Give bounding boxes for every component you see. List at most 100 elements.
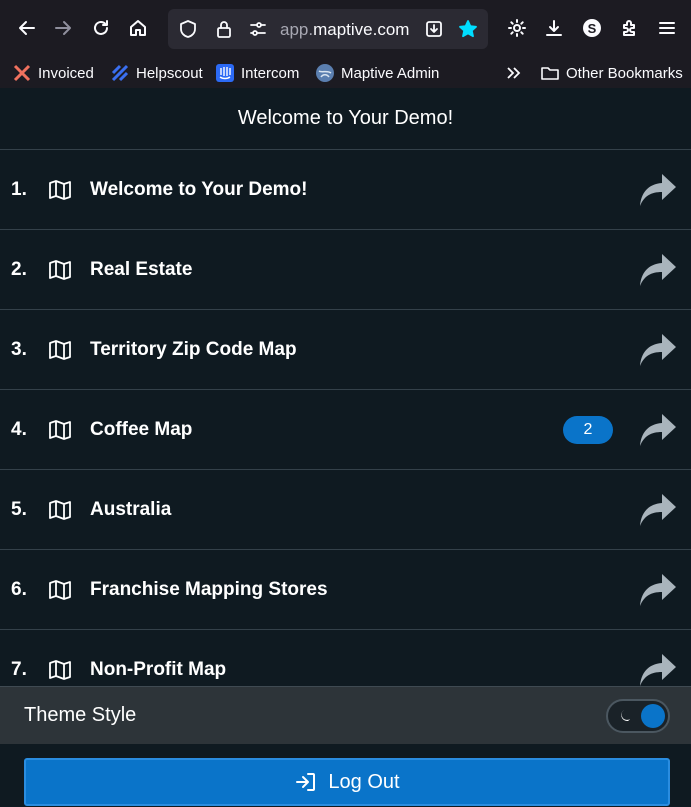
- shield-icon[interactable]: [178, 19, 198, 39]
- panel-title: Welcome to Your Demo!: [237, 107, 454, 129]
- map-icon: [48, 339, 72, 361]
- home-button[interactable]: [121, 11, 155, 45]
- map-list-item[interactable]: 6. Franchise Mapping Stores: [0, 550, 691, 630]
- bookmark-invoiced[interactable]: Invoiced: [12, 61, 94, 85]
- map-list-item[interactable]: 7. Non-Profit Map: [0, 630, 691, 686]
- theme-style-label: Theme Style: [24, 704, 137, 726]
- profile-button[interactable]: S: [575, 11, 609, 45]
- bookmark-intercom[interactable]: Intercom: [215, 61, 299, 85]
- browser-toolbar: app.maptive.com S: [0, 0, 691, 57]
- url-bar[interactable]: app.maptive.com: [168, 9, 488, 49]
- map-name: Non-Profit Map: [90, 658, 227, 680]
- url-domain: maptive.com: [313, 20, 410, 39]
- more-bookmarks-button[interactable]: [504, 61, 524, 85]
- profile-letter: S: [587, 20, 597, 36]
- bookmarks-bar: Invoiced Helpscout Intercom Maptive Admi…: [0, 57, 691, 88]
- map-name: Coffee Map: [90, 418, 193, 440]
- theme-toggle[interactable]: [606, 699, 670, 733]
- map-name: Franchise Mapping Stores: [90, 578, 328, 600]
- map-number: 1.: [11, 178, 27, 200]
- chevron-double-right-icon: [504, 63, 524, 83]
- extension-settings-button[interactable]: [500, 11, 534, 45]
- logout-button[interactable]: Log Out: [24, 758, 670, 806]
- reload-icon: [94, 20, 108, 35]
- open-map-button[interactable]: [638, 652, 678, 686]
- map-list-item[interactable]: 1. Welcome to Your Demo!: [0, 150, 691, 230]
- map-list-item[interactable]: 4. Coffee Map 2: [0, 390, 691, 470]
- map-list-item[interactable]: 2. Real Estate: [0, 230, 691, 310]
- theme-style-bar: Theme Style: [0, 686, 691, 744]
- share-arrow-icon: [640, 254, 676, 286]
- share-arrow-icon: [640, 414, 676, 446]
- bookmark-label: Helpscout: [136, 64, 203, 82]
- forward-arrow-icon: [55, 21, 71, 35]
- lock-icon[interactable]: [214, 19, 234, 39]
- map-number: 4.: [11, 418, 27, 440]
- map-icon: [48, 499, 72, 521]
- map-icon: [48, 579, 72, 601]
- forward-button[interactable]: [46, 11, 80, 45]
- notification-badge: 2: [563, 416, 613, 444]
- helpscout-icon: [110, 63, 130, 83]
- logout-label: Log Out: [328, 770, 400, 793]
- open-map-button[interactable]: [638, 492, 678, 528]
- menu-button[interactable]: [650, 11, 684, 45]
- share-arrow-icon: [640, 174, 676, 206]
- map-list-item[interactable]: 5. Australia: [0, 470, 691, 550]
- gear-icon: [508, 19, 526, 37]
- bookmark-label: Intercom: [241, 64, 300, 82]
- map-name: Australia: [90, 498, 172, 520]
- url-text[interactable]: app.maptive.com: [280, 20, 409, 40]
- back-button[interactable]: [10, 11, 44, 45]
- toggle-knob: [641, 704, 665, 728]
- puzzle-icon: [623, 20, 635, 36]
- browser-chrome: app.maptive.com S Invoiced Helpscout Int…: [0, 0, 691, 88]
- extensions-button[interactable]: [613, 11, 647, 45]
- map-number: 2.: [11, 258, 27, 280]
- moon-icon: [621, 710, 630, 722]
- map-number: 5.: [11, 498, 27, 520]
- maptive-icon: [315, 63, 335, 83]
- map-name: Welcome to Your Demo!: [90, 178, 308, 200]
- map-number: 3.: [11, 338, 27, 360]
- invoiced-icon: [12, 63, 32, 83]
- home-icon: [130, 20, 146, 36]
- reload-button[interactable]: [84, 11, 118, 45]
- intercom-icon: [215, 63, 235, 83]
- map-icon: [48, 179, 72, 201]
- downloads-button[interactable]: [537, 11, 571, 45]
- url-prefix: app.: [280, 20, 314, 39]
- open-map-button[interactable]: [638, 572, 678, 608]
- folder-icon: [540, 63, 560, 83]
- map-number: 6.: [11, 578, 27, 600]
- open-map-button[interactable]: [638, 332, 678, 368]
- share-arrow-icon: [640, 494, 676, 526]
- logout-area: Log Out: [0, 744, 691, 807]
- map-number: 7.: [11, 658, 27, 680]
- hamburger-icon: [659, 22, 675, 34]
- back-arrow-icon: [19, 21, 35, 35]
- panel-header: Welcome to Your Demo!: [0, 88, 691, 150]
- map-list-item[interactable]: 3. Territory Zip Code Map: [0, 310, 691, 390]
- map-icon: [48, 659, 72, 681]
- other-bookmarks-folder[interactable]: Other Bookmarks: [540, 61, 683, 85]
- share-arrow-icon: [640, 574, 676, 606]
- open-map-button[interactable]: [638, 412, 678, 448]
- map-name: Territory Zip Code Map: [90, 338, 297, 360]
- permissions-icon[interactable]: [248, 19, 268, 39]
- share-arrow-icon: [640, 334, 676, 366]
- map-icon: [48, 259, 72, 281]
- maptive-app: Welcome to Your Demo! 1. Welcome to Your…: [0, 88, 691, 807]
- open-map-button[interactable]: [638, 252, 678, 288]
- save-page-icon[interactable]: [424, 19, 444, 39]
- map-icon: [48, 419, 72, 441]
- map-name: Real Estate: [90, 258, 193, 280]
- bookmark-helpscout[interactable]: Helpscout: [110, 61, 203, 85]
- bookmark-label: Maptive Admin: [341, 64, 440, 82]
- bookmark-label: Invoiced: [38, 64, 94, 82]
- other-bookmarks-label: Other Bookmarks: [566, 64, 683, 82]
- bookmark-star-icon[interactable]: [458, 19, 478, 39]
- open-map-button[interactable]: [638, 172, 678, 208]
- download-icon: [546, 20, 562, 36]
- bookmark-maptive-admin[interactable]: Maptive Admin: [315, 61, 439, 85]
